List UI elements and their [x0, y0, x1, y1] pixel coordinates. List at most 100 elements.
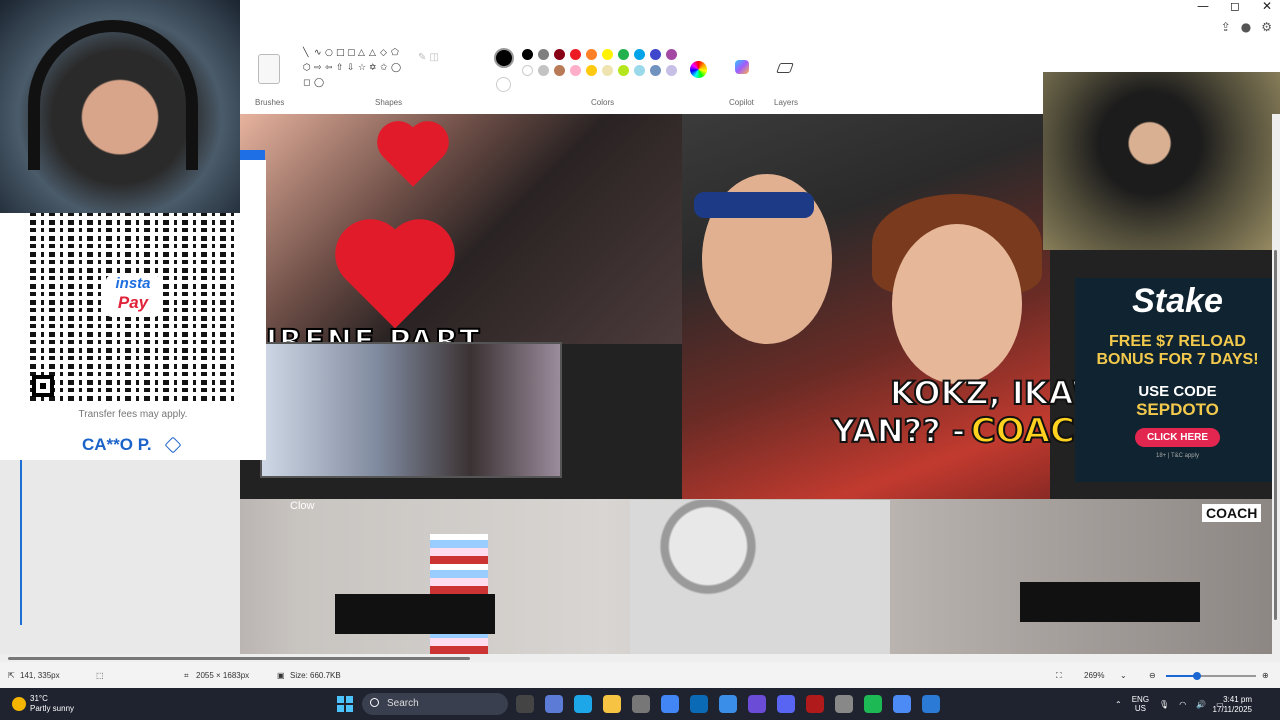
shape-tool-icon[interactable]: ∿	[314, 48, 325, 59]
shape-tool-icon[interactable]: ⬠	[391, 48, 402, 59]
palette-swatch[interactable]	[634, 49, 645, 60]
taskbar-app-icon[interactable]	[516, 695, 534, 713]
taskbar-app-icon[interactable]	[864, 695, 882, 713]
zoom-level[interactable]: 269%	[1084, 671, 1104, 680]
taskbar-search[interactable]: Search	[362, 693, 508, 715]
shape-tool-icon[interactable]: △	[358, 48, 369, 59]
taskbar-app-icon[interactable]	[893, 695, 911, 713]
ad-brand: Stake	[1132, 282, 1223, 320]
palette-swatch[interactable]	[586, 65, 597, 76]
palette-swatch[interactable]	[602, 49, 613, 60]
secondary-color-swatch[interactable]	[496, 77, 511, 92]
color-palette[interactable]	[522, 49, 677, 76]
palette-swatch[interactable]	[650, 65, 661, 76]
minimize-button[interactable]: —	[1196, 0, 1210, 14]
copilot-icon[interactable]	[735, 60, 749, 74]
shape-tool-icon[interactable]: ▢	[347, 48, 358, 59]
start-windows-icon[interactable]	[337, 696, 353, 712]
palette-swatch[interactable]	[666, 49, 677, 60]
zoom-dropdown-icon[interactable]: ⌄	[1120, 671, 1127, 680]
palette-swatch[interactable]	[554, 65, 565, 76]
heart-shape	[383, 127, 443, 187]
ribbon-right-tools: ⇪ ● ⚙	[1221, 20, 1272, 34]
horizontal-scroll-thumb[interactable]	[8, 657, 470, 660]
shape-tool-icon[interactable]: ⇨	[314, 63, 325, 74]
palette-swatch[interactable]	[538, 65, 549, 76]
wifi-icon[interactable]: ◠	[1179, 700, 1186, 709]
volume-icon[interactable]: 🔊	[1196, 700, 1206, 709]
shape-tool-icon[interactable]: ✡	[369, 63, 380, 74]
ad-cta-button[interactable]: CLICK HERE	[1134, 428, 1221, 447]
palette-swatch[interactable]	[634, 65, 645, 76]
palette-swatch[interactable]	[554, 49, 565, 60]
shape-tool-icon[interactable]: ⬡	[303, 63, 314, 74]
restore-button[interactable]: ◻	[1228, 0, 1242, 14]
outline-fill-icon[interactable]: ✎ ◫	[418, 52, 439, 63]
shape-tool-icon[interactable]: □	[336, 48, 347, 59]
zoom-out-icon[interactable]: ⊖	[1149, 671, 1156, 680]
shape-tool-icon[interactable]: ✩	[380, 63, 391, 74]
palette-swatch[interactable]	[570, 49, 581, 60]
palette-swatch[interactable]	[650, 49, 661, 60]
coach-label: COACH	[1202, 504, 1262, 522]
shape-tool-icon[interactable]: △	[369, 48, 380, 59]
brushes-button[interactable]	[258, 54, 280, 84]
taskbar-app-icon[interactable]	[574, 695, 592, 713]
shape-tool-icon[interactable]: ⇩	[347, 63, 358, 74]
taskbar-app-icon[interactable]	[748, 695, 766, 713]
shape-tool-icon[interactable]: ◯	[314, 78, 325, 89]
ad-offer-line-1: FREE $7 RELOAD	[1109, 333, 1246, 350]
shape-tool-icon[interactable]: ☆	[358, 63, 369, 74]
fit-to-window-icon[interactable]: ⛶	[1056, 671, 1062, 681]
fee-note: Transfer fees may apply.	[78, 409, 188, 420]
taskbar-app-icon[interactable]	[632, 695, 650, 713]
tray-chevron-icon[interactable]: ⌃	[1115, 700, 1122, 709]
vertical-scroll-thumb[interactable]	[1274, 250, 1277, 620]
taskbar-app-icon[interactable]	[922, 695, 940, 713]
palette-swatch[interactable]	[586, 49, 597, 60]
shape-tool-icon[interactable]: ◻	[303, 78, 314, 89]
tv-shape	[335, 594, 495, 634]
close-button[interactable]: ✕	[1260, 0, 1274, 14]
cursor-icon: ⇱	[8, 671, 15, 680]
palette-swatch[interactable]	[522, 49, 533, 60]
clock[interactable]: 3:41 pm 17/11/2025	[1213, 695, 1252, 715]
taskbar-app-icon[interactable]	[835, 695, 853, 713]
shape-tool-icon[interactable]: ◇	[380, 48, 391, 59]
share-icon[interactable]: ⇪	[1221, 20, 1231, 34]
edit-colors-icon[interactable]	[690, 61, 707, 78]
pencil-icon	[164, 436, 182, 454]
shapes-gallery[interactable]: ╲ ∿ ○ □ ▢ △ △ ◇ ⬠ ⬡ ⇨ ⇦ ⇧ ⇩ ☆ ✡ ✩ ◯ ◻ ◯	[303, 48, 407, 89]
shape-tool-icon[interactable]: ◯	[391, 63, 402, 74]
palette-swatch[interactable]	[618, 49, 629, 60]
palette-swatch[interactable]	[570, 65, 581, 76]
taskbar: 31°C Partly sunny Search ⌃ ENG US 🎙 ◠ 🔊 …	[0, 688, 1280, 720]
shape-tool-icon[interactable]: ⇦	[325, 63, 336, 74]
palette-swatch[interactable]	[618, 65, 629, 76]
palette-swatch[interactable]	[602, 65, 613, 76]
shape-tool-icon[interactable]: ╲	[303, 48, 314, 59]
weather-condition: Partly sunny	[30, 704, 75, 713]
taskbar-app-icon[interactable]	[603, 695, 621, 713]
microphone-icon[interactable]: 🎙	[1159, 700, 1169, 709]
palette-swatch[interactable]	[522, 65, 533, 76]
primary-color-swatch[interactable]	[494, 48, 514, 68]
zoom-in-icon[interactable]: ⊕	[1262, 671, 1269, 680]
taskbar-app-icon[interactable]	[777, 695, 795, 713]
zoom-slider-knob[interactable]	[1193, 672, 1201, 680]
taskbar-app-icon[interactable]	[719, 695, 737, 713]
taskbar-app-icon[interactable]	[690, 695, 708, 713]
shape-tool-icon[interactable]: ○	[325, 48, 336, 59]
settings-gear-icon[interactable]: ⚙	[1261, 20, 1272, 34]
ad-use-code: USE CODE	[1138, 383, 1217, 400]
shape-tool-icon[interactable]: ⇧	[336, 63, 347, 74]
input-language[interactable]: ENG US	[1132, 695, 1149, 713]
weather-widget[interactable]: 31°C Partly sunny	[12, 694, 74, 714]
palette-swatch[interactable]	[666, 65, 677, 76]
taskbar-app-icon[interactable]	[545, 695, 563, 713]
palette-swatch[interactable]	[538, 49, 549, 60]
profile-icon[interactable]: ●	[1241, 20, 1251, 34]
bandana	[694, 192, 814, 218]
taskbar-app-icon[interactable]	[806, 695, 824, 713]
taskbar-app-icon[interactable]	[661, 695, 679, 713]
